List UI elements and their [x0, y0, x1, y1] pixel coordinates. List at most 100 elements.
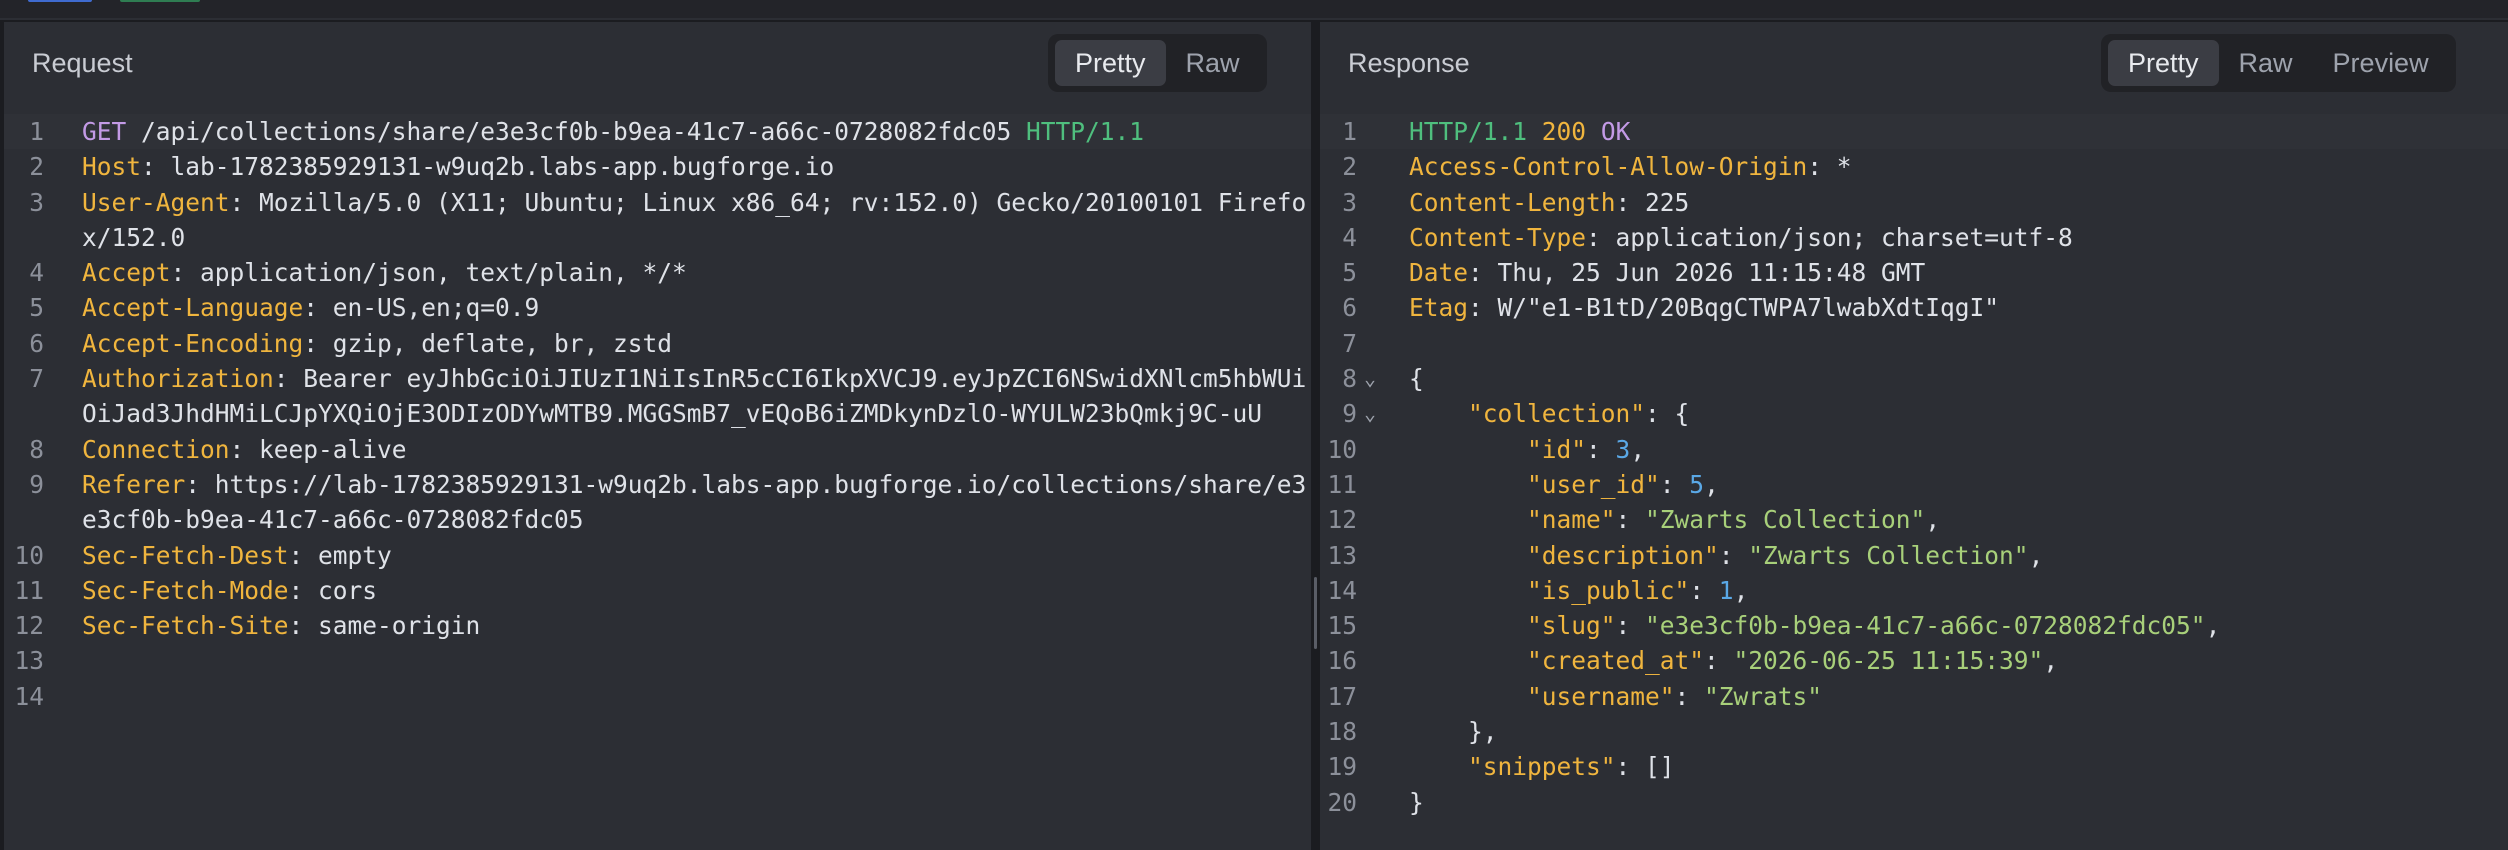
code-line-empty: 14	[4, 679, 1311, 714]
code-content: Connection: keep-alive	[82, 434, 407, 464]
json-punctuation	[1409, 611, 1527, 640]
request-tab-raw[interactable]: Raw	[1166, 40, 1260, 86]
line-number: 1	[29, 117, 44, 146]
code-content: Sec-Fetch-Dest: empty	[82, 540, 392, 570]
header-value: Thu, 25 Jun 2026 11:15:48 GMT	[1497, 258, 1926, 288]
code-content: "slug": "e3e3cf0b-b9ea-41c7-a66c-0728082…	[1357, 608, 2508, 643]
line-number: 9	[29, 469, 44, 499]
json-punctuation	[1409, 435, 1527, 464]
chevron-down-icon[interactable]: ⌄	[1364, 361, 1376, 396]
response-pane-header: Response Pretty Raw Preview	[1320, 22, 2508, 114]
http-protocol: HTTP/1.1	[1026, 117, 1145, 146]
header-line: 7 Authorization: Bearer eyJhbGciOiJIUzI1N…	[4, 361, 1311, 432]
request-line: 1 GET /api/collections/share/e3e3cf0b-b9…	[4, 114, 1311, 150]
json-punctuation: :	[1659, 469, 1690, 499]
json-key: "description"	[1527, 540, 1719, 570]
code-content: "user_id": 5,	[1357, 467, 2508, 502]
code-content: "id": 3,	[1357, 432, 2508, 467]
json-string: "e3e3cf0b-b9ea-41c7-a66c-0728082fdc05"	[1645, 611, 2206, 641]
line-number: 11	[14, 575, 44, 605]
send-button-edge[interactable]	[28, 0, 92, 2]
line-number: 6	[1342, 293, 1357, 323]
json-punctuation: : {	[1645, 399, 1690, 429]
header-value: cors	[318, 575, 378, 605]
json-key: "id"	[1527, 434, 1587, 464]
json-punctuation: },	[1409, 717, 1498, 747]
status-code: 200	[1541, 117, 1587, 146]
json-string: "2026-06-25 11:15:39"	[1733, 646, 2044, 676]
line-number: 16	[1327, 646, 1357, 676]
code-content: "snippets": []	[1357, 749, 2508, 784]
response-tab-pretty[interactable]: Pretty	[2108, 40, 2219, 86]
line-number: 14	[14, 681, 44, 711]
json-punctuation: :	[1704, 646, 1734, 676]
code-content: Sec-Fetch-Site: same-origin	[82, 611, 481, 641]
line-number: 3	[1342, 187, 1357, 217]
top-toolbar-strip	[0, 0, 2508, 20]
code-content: HTTP/1.1 200 OK	[1357, 114, 2508, 149]
json-punctuation	[1409, 505, 1527, 534]
response-editor[interactable]: 1 HTTP/1.1 200 OK 2 Access-Control-Allow-…	[1320, 114, 2508, 850]
json-punctuation: }	[1409, 787, 1424, 817]
header-name: Connection	[82, 434, 230, 464]
request-view-tabs: Pretty Raw	[1048, 34, 1267, 92]
request-editor[interactable]: 1 GET /api/collections/share/e3e3cf0b-b9…	[4, 114, 1311, 850]
pane-splitter[interactable]	[1311, 22, 1320, 850]
code-content: Host: lab-1782385929131-w9uq2b.labs-app.…	[82, 152, 835, 182]
json-punctuation: ,	[1630, 434, 1646, 464]
code-content: }	[1357, 785, 2508, 820]
response-tab-preview[interactable]: Preview	[2313, 40, 2449, 86]
header-line: 12 Sec-Fetch-Site: same-origin	[4, 608, 1311, 643]
request-path: /api/collections/share/e3e3cf0b-b9ea-41c…	[126, 117, 1027, 146]
code-content: Referer: https://lab-1782385929131-w9uq2…	[82, 469, 1307, 535]
json-line: 16 "created_at": "2026-06-25 11:15:39",	[1320, 643, 2508, 678]
json-punctuation: :	[1689, 575, 1719, 605]
line-number: 18	[1327, 717, 1357, 747]
json-key: "snippets"	[1468, 752, 1616, 782]
request-tab-pretty[interactable]: Pretty	[1055, 40, 1166, 86]
line-number: 13	[14, 646, 44, 676]
header-value: application/json, text/plain, */*	[200, 258, 687, 288]
header-name: Sec-Fetch-Site	[82, 611, 289, 641]
header-line: 5 Accept-Language: en-US,en;q=0.9	[4, 290, 1311, 325]
json-punctuation: :	[1718, 540, 1749, 570]
json-line: 19 "snippets": []	[1320, 749, 2508, 784]
header-line: 6 Accept-Encoding: gzip, deflate, br, zst…	[4, 326, 1311, 361]
line-number: 7	[29, 364, 44, 394]
line-number: 2	[1342, 152, 1357, 182]
code-content: Content-Type: application/json; charset=…	[1409, 222, 2073, 252]
line-number: 17	[1327, 681, 1357, 711]
code-content	[44, 679, 1311, 714]
json-key: "is_public"	[1527, 575, 1690, 605]
line-number: 4	[29, 258, 44, 288]
line-number: 8	[29, 434, 44, 464]
json-line: 17 "username": "Zwrats"	[1320, 679, 2508, 714]
action-button-edge[interactable]	[120, 0, 200, 2]
json-punctuation: :	[1674, 681, 1705, 711]
code-content: Authorization: Bearer eyJhbGciOiJIUzI1Ni…	[82, 364, 1307, 429]
splitter-handle[interactable]	[1314, 577, 1317, 649]
json-line: 11 "user_id": 5,	[1320, 467, 2508, 502]
json-punctuation	[1409, 541, 1527, 570]
line-number: 13	[1327, 540, 1357, 570]
json-line: 18 },	[1320, 714, 2508, 749]
json-line: 15 "slug": "e3e3cf0b-b9ea-41c7-a66c-0728…	[1320, 608, 2508, 643]
code-content: "collection": {	[1357, 396, 2508, 431]
header-value: gzip, deflate, br, zstd	[332, 328, 673, 358]
response-title: Response	[1348, 48, 1470, 78]
json-key: "name"	[1527, 505, 1616, 535]
header-name: Authorization	[82, 364, 274, 394]
request-title: Request	[32, 48, 133, 78]
line-number: 11	[1327, 469, 1357, 499]
line-number: 14	[1327, 575, 1357, 605]
code-content: "description": "Zwarts Collection",	[1357, 538, 2508, 573]
header-value: Mozilla/5.0 (X11; Ubuntu; Linux x86_64; …	[82, 187, 1307, 252]
json-string: "Zwarts Collection"	[1645, 505, 1926, 535]
header-line: 10 Sec-Fetch-Dest: empty	[4, 538, 1311, 573]
header-value: keep-alive	[259, 434, 407, 464]
code-content: Accept-Encoding: gzip, deflate, br, zstd	[82, 328, 673, 358]
chevron-down-icon[interactable]: ⌄	[1364, 396, 1376, 431]
code-content: User-Agent: Mozilla/5.0 (X11; Ubuntu; Li…	[82, 187, 1307, 252]
header-line: 2 Access-Control-Allow-Origin: *	[1320, 149, 2508, 184]
response-tab-raw[interactable]: Raw	[2219, 40, 2313, 86]
